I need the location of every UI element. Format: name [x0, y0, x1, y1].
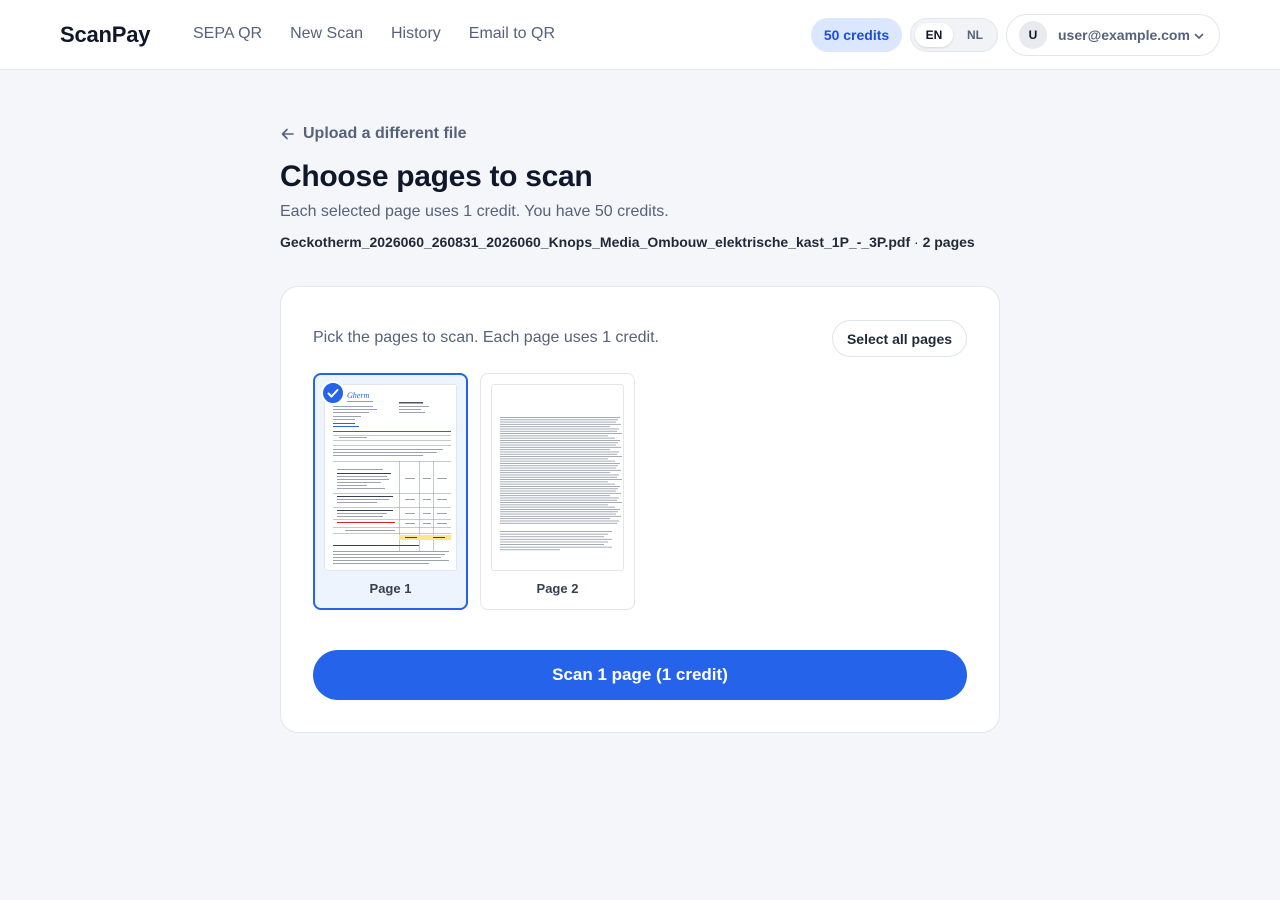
pick-instruction: Pick the pages to scan. Each page uses 1… — [313, 329, 659, 346]
text-line — [500, 499, 617, 501]
user-email: user@example.com — [1058, 27, 1190, 43]
text-line — [500, 490, 616, 492]
language-option-en[interactable]: EN — [915, 23, 953, 47]
text-line — [500, 463, 620, 464]
text-line — [500, 469, 621, 471]
page-title: Choose pages to scan — [280, 160, 593, 193]
page-subtitle: Each selected page uses 1 credit. You ha… — [280, 203, 669, 220]
text-line — [500, 451, 619, 453]
top-navigation-bar: ScanPay SEPA QR New Scan History Email t… — [0, 0, 1280, 70]
text-line — [500, 492, 621, 494]
page-thumbnail-1[interactable]: Gherm Page 1 — [313, 373, 468, 610]
file-info: Geckotherm_2026060_260831_2026060_Knops_… — [280, 234, 1000, 250]
text-line — [500, 497, 619, 499]
text-line — [500, 495, 610, 497]
text-line — [500, 509, 620, 510]
text-line — [500, 483, 615, 485]
check-icon — [327, 389, 339, 398]
text-line — [500, 481, 608, 483]
text-line — [500, 417, 620, 418]
text-line — [500, 440, 620, 441]
brand-logo[interactable]: ScanPay — [60, 22, 151, 48]
text-line — [500, 518, 610, 520]
text-line — [500, 531, 612, 532]
nav-email-to-qr[interactable]: Email to QR — [469, 24, 555, 44]
file-page-count: 2 pages — [922, 234, 975, 250]
text-line — [500, 522, 617, 524]
language-switcher: EN NL — [910, 18, 998, 52]
avatar: U — [1019, 21, 1047, 49]
text-line — [500, 421, 616, 423]
svg-text:Gherm: Gherm — [347, 391, 369, 400]
text-line — [500, 513, 616, 515]
text-line — [500, 502, 622, 503]
language-option-nl[interactable]: NL — [956, 23, 994, 47]
text-line — [500, 456, 622, 457]
select-all-pages-button[interactable]: Select all pages — [832, 320, 967, 357]
text-line — [500, 446, 621, 448]
invoice-preview-image: Gherm — [333, 391, 451, 564]
text-line — [500, 433, 622, 434]
text-line — [500, 428, 619, 430]
text-line — [500, 488, 618, 490]
text-line — [500, 511, 618, 513]
text-line — [500, 437, 615, 439]
text-page-preview-image — [500, 417, 622, 551]
text-line — [500, 423, 621, 425]
main-nav: SEPA QR New Scan History Email to QR — [193, 24, 583, 44]
back-link-label: Upload a different file — [303, 125, 467, 142]
text-line — [500, 435, 608, 437]
credits-badge: 50 credits — [811, 18, 902, 52]
text-line — [500, 474, 619, 476]
page-1-preview: Gherm — [324, 384, 457, 571]
text-line — [500, 426, 610, 428]
page-picker-card: Pick the pages to scan. Each page uses 1… — [280, 286, 1000, 733]
user-menu[interactable]: U user@example.com — [1006, 14, 1220, 56]
text-line — [500, 533, 608, 535]
page-1-label: Page 1 — [369, 581, 412, 596]
text-line — [500, 419, 618, 421]
text-line — [500, 465, 618, 467]
text-line — [500, 467, 616, 469]
text-line — [500, 444, 616, 446]
text-line — [500, 546, 612, 548]
page-thumbnail-2[interactable]: Page 2 — [480, 373, 635, 610]
text-line — [500, 515, 621, 517]
upload-different-file-link[interactable]: Upload a different file — [280, 125, 467, 143]
text-line — [500, 442, 618, 444]
text-line — [500, 486, 620, 487]
page-2-label: Page 2 — [536, 581, 579, 596]
file-name: Geckotherm_2026060_260831_2026060_Knops_… — [280, 234, 911, 250]
page-2-preview — [491, 384, 624, 571]
text-line — [500, 472, 610, 474]
file-separator: · — [910, 234, 923, 250]
nav-new-scan[interactable]: New Scan — [290, 24, 363, 44]
text-line — [500, 458, 608, 460]
text-line — [500, 476, 617, 478]
text-line — [500, 520, 619, 522]
text-line — [500, 538, 612, 540]
nav-history[interactable]: History — [391, 24, 441, 44]
text-line — [500, 506, 615, 508]
chevron-down-icon — [1194, 33, 1204, 39]
text-line — [500, 449, 610, 451]
text-line — [500, 541, 608, 543]
text-line — [500, 536, 604, 538]
text-line — [500, 460, 615, 462]
scan-pages-button[interactable]: Scan 1 page (1 credit) — [313, 650, 967, 700]
text-line — [500, 430, 617, 432]
arrow-left-icon — [281, 128, 294, 140]
text-line — [500, 504, 608, 506]
text-line — [500, 479, 622, 480]
text-line — [500, 544, 604, 545]
nav-sepa-qr[interactable]: SEPA QR — [193, 24, 262, 44]
text-line — [500, 453, 617, 455]
page-selected-check — [321, 381, 345, 405]
text-line — [500, 549, 560, 551]
